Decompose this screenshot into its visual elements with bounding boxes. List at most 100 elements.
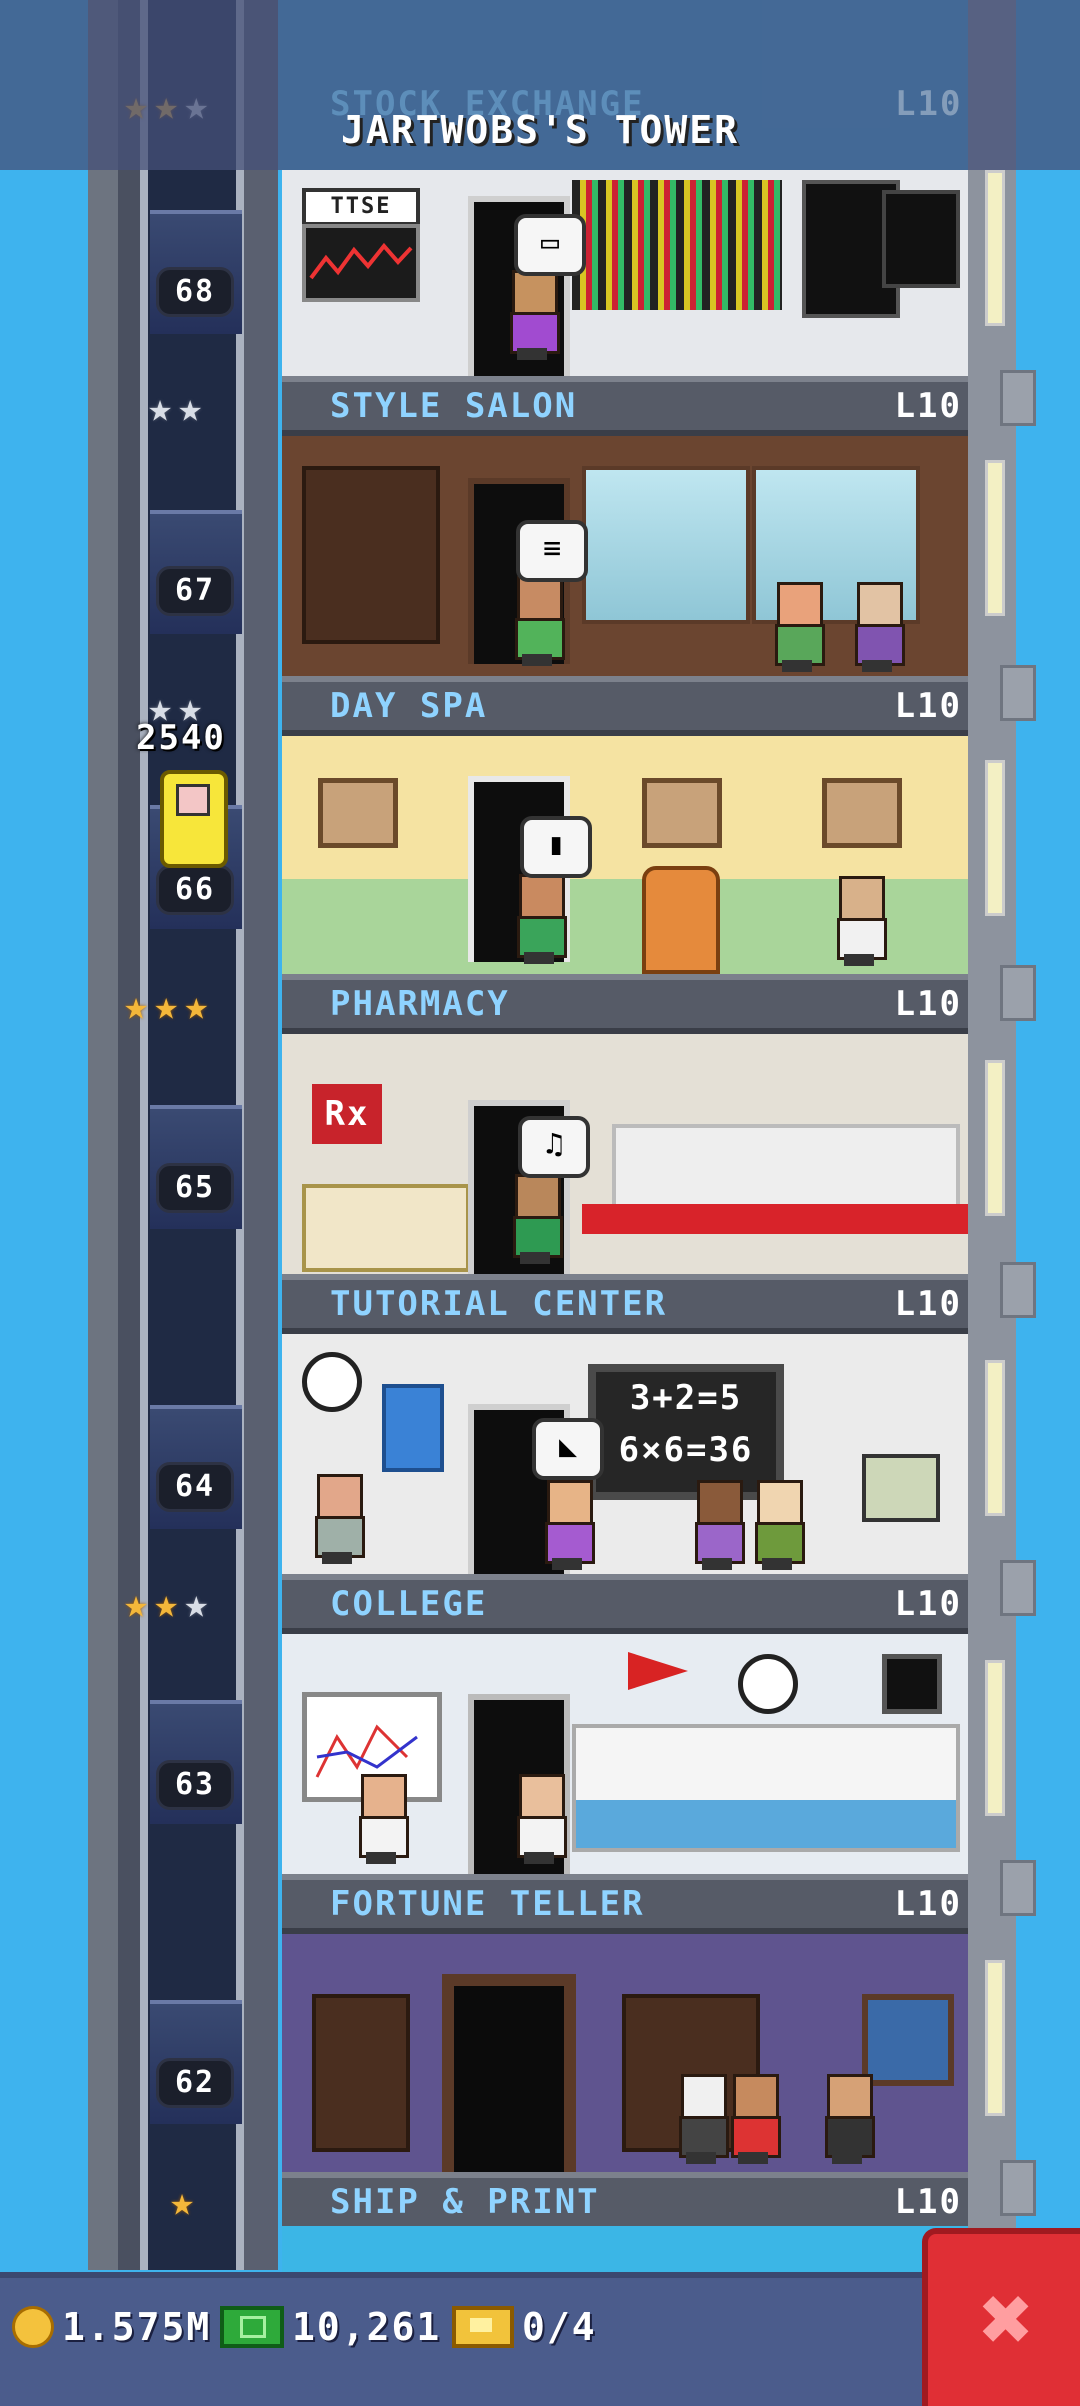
floor-name: COLLEGE <box>330 1584 488 1624</box>
tenant-character[interactable] <box>752 1480 805 1570</box>
wall-window <box>985 1960 1005 2116</box>
ticker-board <box>572 180 782 310</box>
tenant-character[interactable] <box>514 1774 567 1864</box>
tenant-character[interactable] <box>510 1174 563 1264</box>
wall-bracket <box>1000 665 1036 721</box>
close-icon: ✖ <box>979 2267 1035 2372</box>
tenant-character[interactable] <box>822 2074 875 2164</box>
floor-number-badge[interactable]: 65 <box>156 1163 234 1213</box>
close-button[interactable]: ✖ <box>922 2228 1080 2406</box>
bux-counter[interactable]: 10,261 <box>220 2292 441 2362</box>
clock-icon <box>738 1654 798 1714</box>
floor-level: L10 <box>894 2182 962 2222</box>
floor-name: DAY SPA <box>330 686 488 726</box>
spa-painting <box>642 778 722 848</box>
tenant-character[interactable] <box>512 576 565 666</box>
floor-name: SHIP & PRINT <box>330 2182 600 2222</box>
floor-level: L10 <box>894 984 962 1024</box>
tickets-counter[interactable]: 0/4 <box>452 2292 597 2362</box>
floor-name: TUTORIAL CENTER <box>330 1284 668 1324</box>
floor-name: FORTUNE TELLER <box>330 1884 645 1924</box>
floor-room-64[interactable]: 3+2=5 6×6=36 ◣ <box>282 1334 968 1574</box>
floor-name: STYLE SALON <box>330 386 578 426</box>
tenant-character[interactable] <box>507 270 560 360</box>
tenant-character[interactable] <box>542 1480 595 1570</box>
wall-screen <box>882 1654 942 1714</box>
elevator-passenger-count: 2540 <box>136 718 226 758</box>
star-rating-ship-print: ★ <box>170 2182 194 2222</box>
floor-level: L10 <box>894 686 962 726</box>
wall-bracket <box>1000 1262 1036 1318</box>
tenant-character[interactable] <box>676 2074 729 2164</box>
ruler-bubble-icon[interactable]: ◣ <box>532 1418 604 1480</box>
wall-window <box>985 760 1005 916</box>
gold-star-icon: ★ <box>184 983 209 1029</box>
wall-bracket <box>1000 1560 1036 1616</box>
wall-window <box>985 460 1005 616</box>
tenant-character[interactable] <box>834 876 887 966</box>
floor-room-63[interactable] <box>282 1634 968 1874</box>
floor-room-66[interactable]: ▮ <box>282 736 968 974</box>
floor-header-64[interactable]: COLLEGE L10 <box>282 1574 968 1634</box>
tower-title: JARTWOBS'S TOWER <box>340 108 740 152</box>
tenant-character[interactable] <box>356 1774 409 1864</box>
floor-number-badge[interactable]: 66 <box>156 865 234 915</box>
apple-poster <box>382 1384 444 1472</box>
music-bubble-icon[interactable]: ♫ <box>518 1116 590 1178</box>
floor-room-62[interactable] <box>282 1934 968 2172</box>
floor-header-68[interactable]: STYLE SALON L10 <box>282 376 968 436</box>
floor-number-badge[interactable]: 64 <box>156 1462 234 1512</box>
gold-star-icon: ★ <box>124 1581 149 1627</box>
tickets-value: 0/4 <box>522 2305 597 2349</box>
floor-number-badge[interactable]: 68 <box>156 267 234 317</box>
chalkboard-line: 3+2=5 <box>629 1378 743 1418</box>
tenant-character[interactable] <box>312 1474 365 1564</box>
bottle-bubble-icon[interactable]: ▮ <box>520 816 592 878</box>
floor-number-badge[interactable]: 62 <box>156 2058 234 2108</box>
floor-room-67[interactable]: ≡ <box>282 436 968 676</box>
bookshelf <box>312 1994 410 2152</box>
pharmacy-counter <box>582 1204 968 1234</box>
coins-bubble-icon[interactable]: ≡ <box>516 520 588 582</box>
floor-header-65[interactable]: TUTORIAL CENTER L10 <box>282 1274 968 1334</box>
wall-bracket <box>1000 2160 1036 2216</box>
star-rating-pharmacy: ★ ★ ★ <box>124 986 208 1026</box>
tenant-character[interactable] <box>852 582 905 672</box>
salon-mirror <box>582 466 750 624</box>
tower-wall-left <box>88 0 118 2270</box>
elevator-passenger[interactable] <box>160 770 228 868</box>
floor-number-badge[interactable]: 67 <box>156 566 234 616</box>
stock-chart-screen <box>302 224 420 302</box>
coins-counter[interactable]: 1.575M <box>12 2292 211 2362</box>
pharmacy-cabinet <box>612 1124 960 1212</box>
silver-star-icon: ★ <box>178 385 203 431</box>
ttse-sign: TTSE <box>302 188 420 226</box>
gold-star-icon: ★ <box>124 983 149 1029</box>
floor-header-67[interactable]: DAY SPA L10 <box>282 676 968 736</box>
gold-star-icon: ★ <box>170 2179 195 2225</box>
floor-room-61[interactable] <box>282 2226 968 2272</box>
ticker-screen <box>882 190 960 288</box>
floor-room-65[interactable]: Rx ♫ <box>282 1034 968 1274</box>
floor-number-badge[interactable]: 63 <box>156 1760 234 1810</box>
silver-star-icon: ★ <box>148 385 173 431</box>
wall-window <box>985 170 1005 326</box>
coins-value: 1.575M <box>62 2305 212 2349</box>
floor-room-68[interactable]: TTSE ▭ <box>282 170 968 376</box>
coin-icon <box>12 2306 54 2348</box>
floor-door <box>442 1974 576 2172</box>
salon-shelf <box>302 466 440 644</box>
floor-header-63[interactable]: FORTUNE TELLER L10 <box>282 1874 968 1934</box>
pharmacy-shelf <box>302 1184 470 1272</box>
tenant-character[interactable] <box>514 874 567 964</box>
pennant-flag <box>628 1652 688 1690</box>
floor-header-62[interactable]: SHIP & PRINT L10 <box>282 2172 968 2232</box>
floor-header-66[interactable]: PHARMACY L10 <box>282 974 968 1034</box>
tenant-character[interactable] <box>772 582 825 672</box>
rx-sign: Rx <box>312 1084 382 1144</box>
tenant-character[interactable] <box>728 2074 781 2164</box>
card-bubble-icon[interactable]: ▭ <box>514 214 586 276</box>
wall-bracket <box>1000 1860 1036 1916</box>
wall-bracket <box>1000 370 1036 426</box>
tenant-character[interactable] <box>692 1480 745 1570</box>
